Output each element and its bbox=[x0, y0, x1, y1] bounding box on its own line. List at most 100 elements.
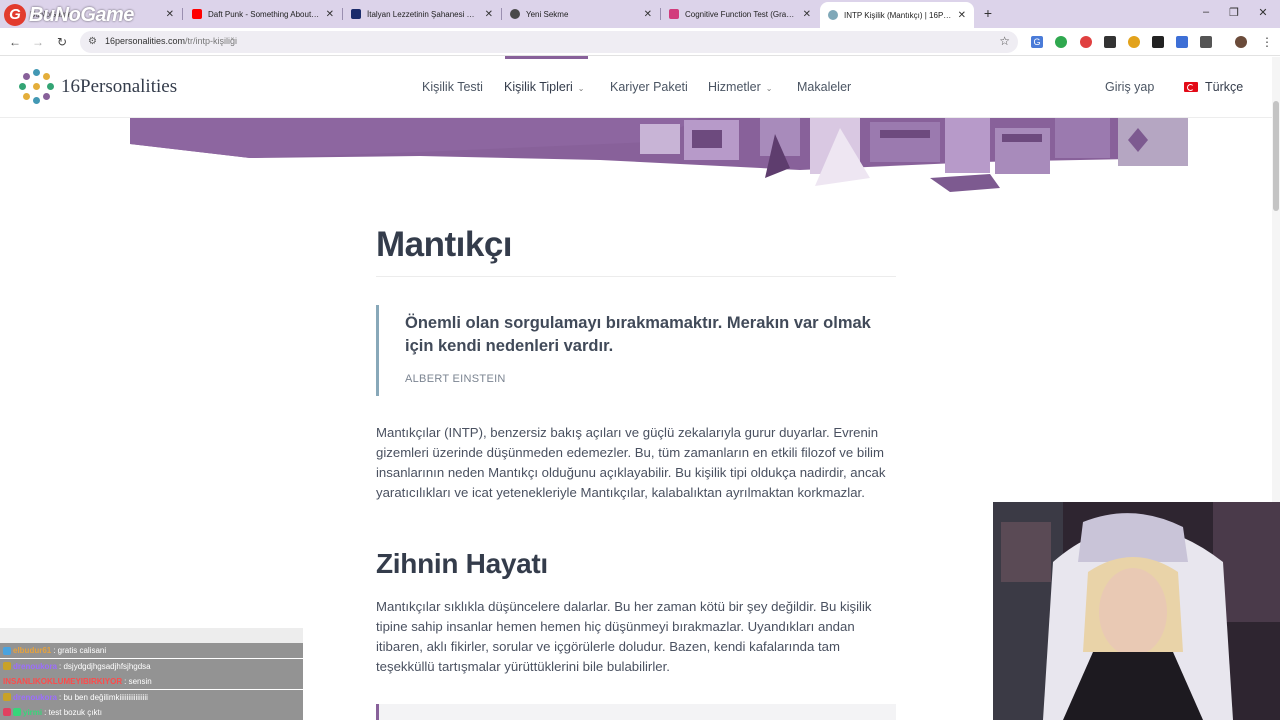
tab-title: Cognitive Function Test (Grant/Brownswor… bbox=[685, 9, 797, 19]
chat-username: drenoukora bbox=[13, 661, 58, 671]
browser-tab-strip: BuNoGame ✕ Daft Punk - Something About U… bbox=[0, 0, 1280, 28]
coin-extension-icon[interactable] bbox=[1128, 36, 1140, 48]
nav-label: Kariyer Paketi bbox=[610, 80, 688, 94]
chat-username: drenoukora bbox=[13, 692, 58, 702]
forward-icon[interactable]: → bbox=[30, 34, 46, 50]
chat-badge-icon bbox=[3, 646, 11, 655]
tab-title: İtalyan Lezzetinin Şahanesi Tiramisu bbox=[367, 9, 479, 19]
chat-message: INSANLIKOKLUMEYIBIRKIYOR: sensin bbox=[0, 674, 303, 690]
quote-author: ALBERT EINSTEIN bbox=[405, 373, 506, 385]
title-divider bbox=[376, 276, 896, 277]
nav-label: Kişilik Testi bbox=[422, 80, 483, 94]
site-header: 16Personalities Kişilik Testi Kişilik Ti… bbox=[0, 56, 1280, 118]
address-bar[interactable]: ⚙ 16personalities.com/tr/intp-kişiliği ☆ bbox=[80, 31, 1018, 53]
brand-name: 16Personalities bbox=[61, 76, 178, 97]
bunogame-logo-icon: G bbox=[4, 4, 26, 26]
nav-articles[interactable]: Makaleler bbox=[797, 80, 851, 94]
nav-label: Hizmetler bbox=[708, 80, 761, 94]
reload-icon[interactable]: ↻ bbox=[54, 34, 70, 50]
stream-chat-overlay: elbudur61: gratis calisani drenoukora: d… bbox=[0, 628, 303, 720]
nav-career-package[interactable]: Kariyer Paketi bbox=[610, 80, 688, 94]
section-paragraph: Mantıkçılar sıklıkla düşüncelere dalarla… bbox=[376, 599, 872, 674]
url-path: /tr/intp-kişiliği bbox=[185, 36, 238, 46]
chat-message: elbudur61: gratis calisani bbox=[0, 643, 303, 659]
chat-badge-icon bbox=[3, 708, 11, 717]
url-domain: 16personalities.com bbox=[105, 36, 186, 46]
chat-text: : gratis calisani bbox=[53, 646, 107, 656]
page-title: Mantıkçı bbox=[376, 225, 513, 264]
nav-label: Kişilik Tipleri bbox=[504, 80, 573, 94]
tab-close-icon[interactable]: ✕ bbox=[803, 9, 811, 20]
bookmark-star-icon[interactable]: ☆ bbox=[999, 34, 1010, 48]
site-favicon-icon bbox=[351, 9, 361, 19]
section-heading: Zihnin Hayatı bbox=[376, 548, 548, 579]
chat-text: : test bozuk çıktı bbox=[44, 707, 102, 717]
chat-badge-icon bbox=[13, 708, 21, 717]
stream-logo-text: BuNoGame bbox=[29, 3, 134, 26]
tab-new-tab[interactable]: Yeni Sekme ✕ bbox=[502, 2, 660, 26]
hero-illustration bbox=[130, 118, 1188, 192]
block-extension-icon[interactable] bbox=[1080, 36, 1092, 48]
chat-message: yirmi: test bozuk çıktı bbox=[0, 704, 303, 720]
chat-text: : dsjydgdjhgsadjhfsjhgdsa bbox=[59, 661, 151, 671]
profile-avatar[interactable] bbox=[1235, 36, 1247, 48]
translate-extension-icon[interactable]: G bbox=[1031, 36, 1043, 48]
tab-close-icon[interactable]: ✕ bbox=[644, 9, 652, 20]
tab-title: Yeni Sekme bbox=[526, 9, 569, 19]
tab-close-icon[interactable]: ✕ bbox=[326, 9, 334, 20]
browser-menu-icon[interactable]: ⋮ bbox=[1259, 34, 1275, 50]
shield-extension-icon[interactable] bbox=[1055, 36, 1067, 48]
extension-icon[interactable] bbox=[1104, 36, 1116, 48]
language-selector[interactable]: Türkçe bbox=[1184, 80, 1243, 94]
16personalities-favicon-icon bbox=[828, 10, 838, 20]
chat-message bbox=[0, 628, 303, 643]
tab-title: INTP Kişilik (Mantıkçı) | 16Personalitie… bbox=[844, 10, 952, 20]
16personalities-logo-icon bbox=[19, 69, 55, 105]
tab-intp-active[interactable]: INTP Kişilik (Mantıkçı) | 16Personalitie… bbox=[820, 2, 974, 28]
next-quote-box bbox=[376, 704, 896, 720]
close-window-icon[interactable]: ✕ bbox=[1253, 6, 1273, 19]
stream-logo-overlay: G BuNoGame bbox=[4, 2, 134, 28]
chat-message: drenoukora: bu ben değilimkiiiiiiiiiiiii… bbox=[0, 689, 303, 705]
screen: BuNoGame ✕ Daft Punk - Something About U… bbox=[0, 0, 1280, 720]
scrollbar-thumb[interactable] bbox=[1273, 101, 1279, 211]
login-link[interactable]: Giriş yap bbox=[1105, 80, 1154, 94]
chat-text: : sensin bbox=[124, 677, 152, 687]
grid-extension-icon[interactable] bbox=[1152, 36, 1164, 48]
turkey-flag-icon bbox=[1184, 82, 1198, 92]
nav-label: Makaleler bbox=[797, 80, 852, 94]
back-icon[interactable]: ← bbox=[7, 34, 23, 50]
site-logo[interactable]: 16Personalities bbox=[19, 69, 177, 105]
nav-services[interactable]: Hizmetler ⌄ bbox=[708, 80, 773, 94]
webcam-overlay bbox=[993, 502, 1280, 720]
restore-icon[interactable]: ❐ bbox=[1224, 6, 1244, 19]
chat-text: : bu ben değilimkiiiiiiiiiiiiiiii bbox=[59, 692, 148, 702]
chevron-down-icon: ⌄ bbox=[577, 84, 585, 93]
chevron-down-icon: ⌄ bbox=[765, 84, 773, 93]
chat-username: INSANLIKOKLUMEYIBIRKIYOR bbox=[3, 677, 123, 687]
site-info-icon[interactable]: ⚙ bbox=[88, 36, 97, 47]
tab-daft-punk[interactable]: Daft Punk - Something About Us ✕ bbox=[184, 2, 342, 26]
tab-separator bbox=[182, 8, 183, 20]
puzzle-extensions-icon[interactable] bbox=[1200, 36, 1212, 48]
quote-text: Önemli olan sorgulamayı bırakmamaktır. M… bbox=[405, 314, 871, 355]
nav-personality-test[interactable]: Kişilik Testi bbox=[422, 80, 483, 94]
tab-close-icon[interactable]: ✕ bbox=[958, 10, 966, 21]
language-label: Türkçe bbox=[1205, 80, 1244, 94]
nav-personality-types[interactable]: Kişilik Tipleri ⌄ bbox=[504, 80, 584, 94]
new-tab-button[interactable]: + bbox=[980, 5, 996, 21]
tab-tiramisu[interactable]: İtalyan Lezzetinin Şahanesi Tiramisu ✕ bbox=[343, 2, 501, 26]
cast-extension-icon[interactable] bbox=[1176, 36, 1188, 48]
minimize-icon[interactable]: – bbox=[1196, 6, 1216, 18]
chat-username: elbudur61 bbox=[13, 646, 52, 656]
quote-block: Önemli olan sorgulamayı bırakmamaktır. M… bbox=[376, 305, 896, 396]
tab-cognitive-test[interactable]: Cognitive Function Test (Grant/Brownswor… bbox=[661, 2, 819, 26]
tab-close-icon[interactable]: ✕ bbox=[485, 9, 493, 20]
youtube-icon bbox=[192, 9, 202, 19]
chat-username: yirmi bbox=[23, 707, 43, 717]
tab-close-icon[interactable]: ✕ bbox=[166, 9, 174, 20]
intro-paragraph: Mantıkçılar (INTP), benzersiz bakış açıl… bbox=[376, 425, 886, 500]
active-nav-indicator bbox=[505, 56, 588, 59]
address-url: 16personalities.com/tr/intp-kişiliği bbox=[105, 36, 237, 46]
tab-title: Daft Punk - Something About Us bbox=[208, 9, 320, 19]
